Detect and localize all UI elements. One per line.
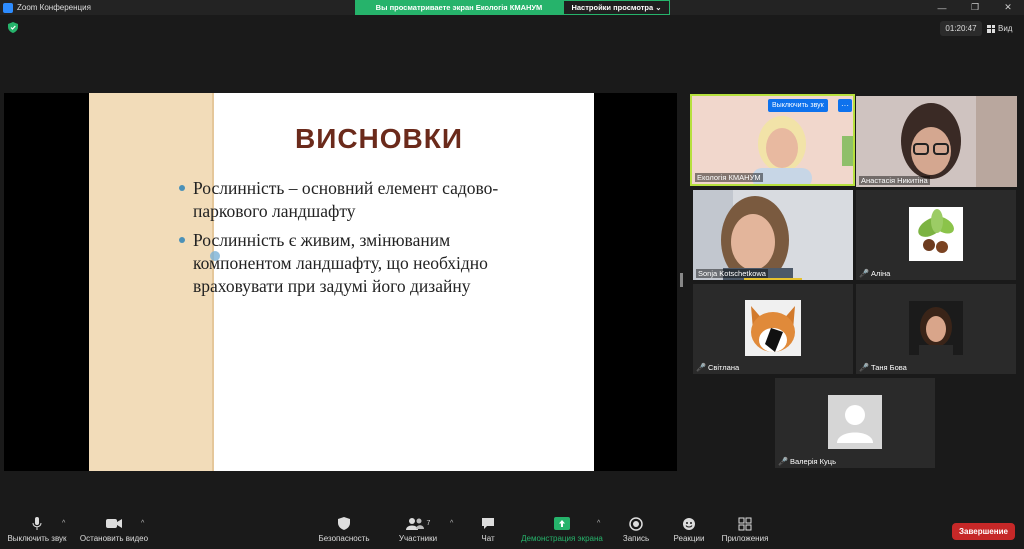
- meeting-toolbar: Выключить звук ^ Остановить видео ^ Безо…: [0, 510, 1024, 549]
- participants-button[interactable]: 7 Участники: [395, 510, 441, 549]
- stop-video-label: Остановить видео: [79, 533, 149, 543]
- audio-options-chevron-icon[interactable]: ^: [62, 520, 65, 527]
- participant-tile-alina[interactable]: 🎤 Аліна: [856, 190, 1016, 280]
- bullet-1-line-2: паркового ландшафту: [193, 201, 356, 221]
- encryption-shield-icon[interactable]: [8, 22, 18, 33]
- participant-name: Анастасія Никитіна: [859, 176, 930, 185]
- participant-avatar-svitlana: [745, 300, 801, 356]
- close-button[interactable]: ✕: [993, 0, 1023, 15]
- window-title: Zoom Конференция: [17, 3, 91, 12]
- view-options-button[interactable]: Настройки просмотра ⌄: [563, 0, 670, 15]
- participant-name-text: Валерія Куць: [789, 457, 836, 466]
- share-screen-label: Демонстрация экрана: [521, 533, 603, 543]
- microphone-icon: [32, 516, 42, 531]
- security-label: Безопасность: [318, 533, 370, 543]
- bullet-2-line-3: враховувати при задумі його дизайну: [193, 276, 471, 296]
- mute-participant-button[interactable]: Выключить звук: [768, 99, 828, 112]
- bullet-1-line-1: Рослинність – основний елемент садово-: [193, 178, 499, 198]
- zoom-app-icon: [3, 2, 13, 13]
- participant-avatar-tania: [909, 301, 963, 355]
- panel-resize-handle[interactable]: [680, 273, 683, 287]
- view-button[interactable]: Вид: [987, 21, 1012, 36]
- view-label: Вид: [998, 24, 1013, 33]
- participant-name-text: Екологія КМАНУМ: [697, 173, 761, 182]
- apps-label: Приложения: [721, 533, 769, 543]
- participant-name: Екологія КМАНУМ: [695, 173, 763, 182]
- record-button[interactable]: Запись: [617, 510, 655, 549]
- participant-avatar-valeria: [828, 395, 882, 449]
- mic-off-icon: 🎤: [778, 457, 788, 466]
- stop-video-button[interactable]: Остановить видео: [78, 510, 150, 549]
- bullet-dot: [179, 237, 185, 243]
- participant-name-text: Анастасія Никитіна: [861, 176, 928, 185]
- presentation-slide: ВИСНОВКИ Рослинність – основний елемент …: [89, 93, 594, 471]
- mic-off-icon: 🎤: [696, 363, 706, 372]
- participants-options-chevron-icon[interactable]: ^: [450, 520, 453, 527]
- participant-name-text: Таня Бова: [870, 363, 907, 372]
- share-options-chevron-icon[interactable]: ^: [597, 520, 600, 527]
- share-screen-icon: [554, 517, 570, 531]
- participant-name: 🎤 Аліна: [859, 269, 890, 278]
- speaking-indicator: [744, 278, 802, 280]
- participant-tile-anastasia[interactable]: Анастасія Никитіна: [856, 96, 1017, 187]
- record-label: Запись: [622, 533, 650, 543]
- reactions-button[interactable]: Реакции: [670, 510, 708, 549]
- mic-off-icon: 🎤: [859, 269, 869, 278]
- participant-name: 🎤 Валерія Куць: [778, 457, 836, 466]
- bullet-2-line-2: компонентом ландшафту, що необхідно: [193, 253, 488, 273]
- video-options-chevron-icon[interactable]: ^: [141, 520, 144, 527]
- grid-view-icon: [987, 24, 995, 33]
- slide-bullet-1: Рослинність – основний елемент садово- п…: [179, 177, 498, 223]
- share-screen-button[interactable]: Демонстрация экрана: [516, 510, 608, 549]
- viewing-screen-label: Вы просматриваете экран Екологія КМАНУМ: [355, 0, 563, 15]
- participant-tile-sonja[interactable]: Sonja Kotschetkowa: [693, 190, 853, 280]
- more-options-button[interactable]: ···: [838, 99, 852, 112]
- record-icon: [629, 516, 643, 531]
- share-banner: Вы просматриваете экран Екологія КМАНУМ …: [355, 0, 670, 15]
- participant-tile-svitlana[interactable]: 🎤 Світлана: [693, 284, 853, 374]
- reactions-label: Реакции: [673, 533, 705, 543]
- participants-count: 7: [426, 520, 431, 527]
- participant-tile-valeria[interactable]: 🎤 Валерія Куць: [775, 378, 935, 468]
- shield-icon: [338, 517, 350, 531]
- participant-tile-ekologia[interactable]: Выключить звук ··· Екологія КМАНУМ: [690, 94, 855, 186]
- bullet-dot: [179, 185, 185, 191]
- participant-name: 🎤 Світлана: [696, 363, 739, 372]
- smiley-icon: [682, 517, 696, 531]
- chat-button[interactable]: Чат: [472, 510, 504, 549]
- participants-icon: 7: [405, 517, 431, 531]
- apps-button[interactable]: Приложения: [718, 510, 772, 549]
- participant-avatar-alina: [909, 207, 963, 261]
- slide-title: ВИСНОВКИ: [294, 123, 463, 154]
- participant-name-text: Аліна: [870, 269, 891, 278]
- participant-name: 🎤 Таня Бова: [859, 363, 907, 372]
- video-camera-icon: [106, 517, 122, 531]
- participant-video-sonja: [693, 190, 853, 280]
- participant-name-text: Sonja Kotschetkowa: [698, 269, 766, 278]
- mute-label: Выключить звук: [7, 533, 67, 543]
- mic-off-icon: 🎤: [859, 363, 869, 372]
- slide-bullet-2: Рослинність є живим, змінюваним компонен…: [179, 229, 488, 298]
- chat-bubble-icon: [481, 517, 495, 531]
- security-button[interactable]: Безопасность: [316, 510, 372, 549]
- minimize-button[interactable]: —: [927, 0, 957, 15]
- end-meeting-button[interactable]: Завершение: [952, 523, 1015, 540]
- apps-icon: [738, 517, 752, 531]
- participant-tile-tania[interactable]: 🎤 Таня Бова: [856, 284, 1016, 374]
- bullet-2-line-1: Рослинність є живим, змінюваним: [193, 230, 451, 250]
- participant-name-text: Світлана: [707, 363, 740, 372]
- participants-label: Участники: [398, 533, 438, 543]
- participant-name: Sonja Kotschetkowa: [696, 269, 768, 278]
- meeting-timer: 01:20:47: [940, 21, 982, 36]
- maximize-button[interactable]: ❐: [960, 0, 990, 15]
- mute-button[interactable]: Выключить звук: [4, 510, 70, 549]
- chat-label: Чат: [481, 533, 495, 543]
- participant-video-anastasia: [856, 96, 1017, 187]
